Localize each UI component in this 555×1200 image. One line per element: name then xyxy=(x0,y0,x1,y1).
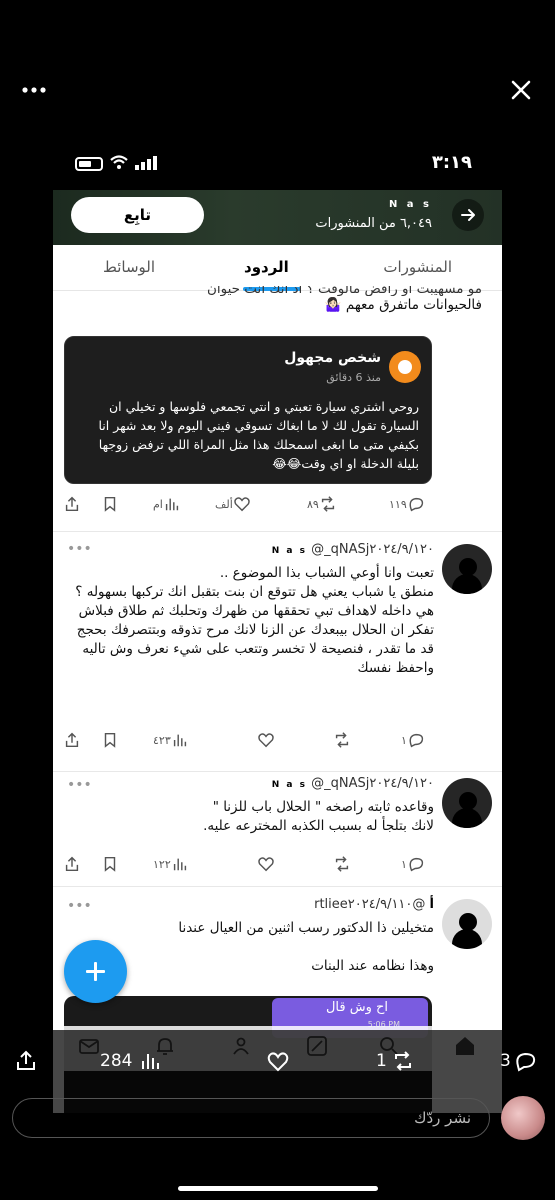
tab-replies[interactable]: الردود xyxy=(244,258,289,276)
like-stat[interactable]: ألف xyxy=(213,492,251,516)
card-body: روحي اشتري سيارة تعبتي و انتي تجمعي فلوس… xyxy=(98,399,420,471)
reply-text: متخيلين ذا الدكتور رسب اثنين من العيال ع… xyxy=(178,920,434,974)
profile-tabs: المنشورات الردود الوسائط xyxy=(53,245,502,291)
avatar[interactable] xyxy=(442,899,492,949)
truncated-line: مو مسهيبت او رافض مالوفت ؟ اذ انك انت حي… xyxy=(206,286,482,296)
share-icon[interactable] xyxy=(63,728,81,752)
home-indicator xyxy=(178,1186,378,1191)
views-stat[interactable]: ام xyxy=(151,492,181,516)
profile-name: N a s xyxy=(388,199,432,210)
signal-icon xyxy=(135,156,157,170)
reply-header: أ @rtliee٢٠٢٤/٩/١١٠ xyxy=(104,897,434,912)
likes-count: ألف xyxy=(215,497,233,511)
reply-header: N a s @_qNASj٢٠٢٤/٩/١٢٠ xyxy=(104,542,434,557)
quoted-post-text: مو مسهيبت او رافض مالوفت ؟ اذ انك انت حي… xyxy=(67,286,482,315)
posts-count: ٦,٠٤٩ من المنشورات xyxy=(315,216,432,231)
reply-text: تعبت وانا أوعي الشباب بذا الموضوع .. منط… xyxy=(75,565,434,676)
more-options-icon[interactable] xyxy=(20,76,48,104)
reply-author: أ xyxy=(429,897,434,912)
more-icon[interactable]: ••• xyxy=(67,542,92,556)
reply-actions: ٤٢٣ ١ xyxy=(53,728,502,752)
reply-stat[interactable]: 3 xyxy=(500,1048,537,1074)
bookmark-icon[interactable] xyxy=(101,852,119,876)
card-author: شخص مجهول xyxy=(284,350,381,366)
avatar[interactable] xyxy=(442,778,492,828)
views-count: 284 xyxy=(100,1051,133,1071)
reply-handle-date: @rtliee٢٠٢٤/٩/١١٠ xyxy=(314,897,426,912)
wifi-icon xyxy=(109,154,129,170)
more-icon[interactable]: ••• xyxy=(67,899,92,913)
battery-icon xyxy=(75,157,103,171)
repost-stat[interactable]: 1 xyxy=(376,1048,415,1074)
share-icon[interactable] xyxy=(63,492,81,516)
tab-media[interactable]: الوسائط xyxy=(103,258,155,276)
reply-author: N a s xyxy=(271,780,307,790)
follow-button[interactable]: تابِع xyxy=(71,197,204,233)
status-bar: ٣:١٩ xyxy=(53,138,502,190)
avatar[interactable] xyxy=(442,544,492,594)
reply-author: N a s xyxy=(271,546,307,556)
like-icon[interactable] xyxy=(257,728,275,752)
bookmark-icon[interactable] xyxy=(101,728,119,752)
reply-header: N a s @_qNASj٢٠٢٤/٩/١٢٠ xyxy=(104,776,434,791)
views-count: ام xyxy=(153,497,163,511)
status-time: ٣:١٩ xyxy=(431,152,472,173)
share-icon[interactable] xyxy=(14,1048,38,1074)
more-icon[interactable]: ••• xyxy=(67,778,92,792)
bubble-text: اح وش قال xyxy=(325,1000,388,1015)
reply-stat[interactable]: ١ xyxy=(399,852,425,876)
reply-text: وقاعده ثابته راصخه " الحلال باب للزنا " … xyxy=(203,799,434,834)
reposts-count: 1 xyxy=(376,1051,387,1071)
post-actions: ام ألف ٨٩ ١١٩ xyxy=(53,492,502,516)
reply-input[interactable] xyxy=(12,1098,490,1138)
profile-header: تابِع N a s ٦,٠٤٩ من المنشورات xyxy=(53,190,502,245)
replies-count: ١١٩ xyxy=(389,497,407,511)
replies-count: 3 xyxy=(500,1051,511,1071)
compose-button[interactable] xyxy=(64,940,127,1003)
back-arrow-icon[interactable] xyxy=(452,199,484,231)
reply-stat[interactable]: ١١٩ xyxy=(387,492,425,516)
share-icon[interactable] xyxy=(63,852,81,876)
reply-post[interactable]: ••• N a s @_qNASj٢٠٢٤/٩/١٢٠ وقاعده ثابته… xyxy=(53,771,502,886)
paw-avatar-icon xyxy=(389,351,421,383)
reply-handle-date: @_qNASj٢٠٢٤/٩/١٢٠ xyxy=(311,776,434,791)
avatar xyxy=(501,1096,545,1140)
screenshot-image: ٣:١٩ تابِع N a s ٦,٠٤٩ من المنشورات المن… xyxy=(53,138,502,1113)
like-icon[interactable] xyxy=(257,852,275,876)
close-icon[interactable] xyxy=(507,76,535,104)
repost-stat[interactable]: ٨٩ xyxy=(305,492,337,516)
repost-icon[interactable] xyxy=(333,852,351,876)
post-line: فالحيوانات ماتفرق معهم 🤷🏻‍♀️ xyxy=(324,297,482,313)
views-stat[interactable]: 284 xyxy=(100,1048,162,1074)
views-count: ٤٢٣ xyxy=(153,733,171,747)
views-stat[interactable]: ١٢٢ xyxy=(151,852,189,876)
views-stat[interactable]: ٤٢٣ xyxy=(151,728,189,752)
reply-handle-date: @_qNASj٢٠٢٤/٩/١٢٠ xyxy=(311,542,434,557)
bookmark-icon[interactable] xyxy=(101,492,119,516)
repost-icon[interactable] xyxy=(333,728,351,752)
reply-post[interactable]: ••• N a s @_qNASj٢٠٢٤/٩/١٢٠ تعبت وانا أو… xyxy=(53,531,502,771)
card-time: منذ 6 دقائق xyxy=(326,371,381,384)
reply-actions: ١٢٢ ١ xyxy=(53,852,502,876)
quoted-card[interactable]: شخص مجهول منذ 6 دقائق روحي اشتري سيارة ت… xyxy=(64,336,432,484)
tab-posts[interactable]: المنشورات xyxy=(383,258,452,276)
viewer-action-bar: 284 1 3 xyxy=(0,1030,555,1200)
like-icon[interactable] xyxy=(266,1048,290,1074)
views-count: ١٢٢ xyxy=(153,857,171,871)
reposts-count: ٨٩ xyxy=(307,497,319,511)
reply-stat[interactable]: ١ xyxy=(399,728,425,752)
